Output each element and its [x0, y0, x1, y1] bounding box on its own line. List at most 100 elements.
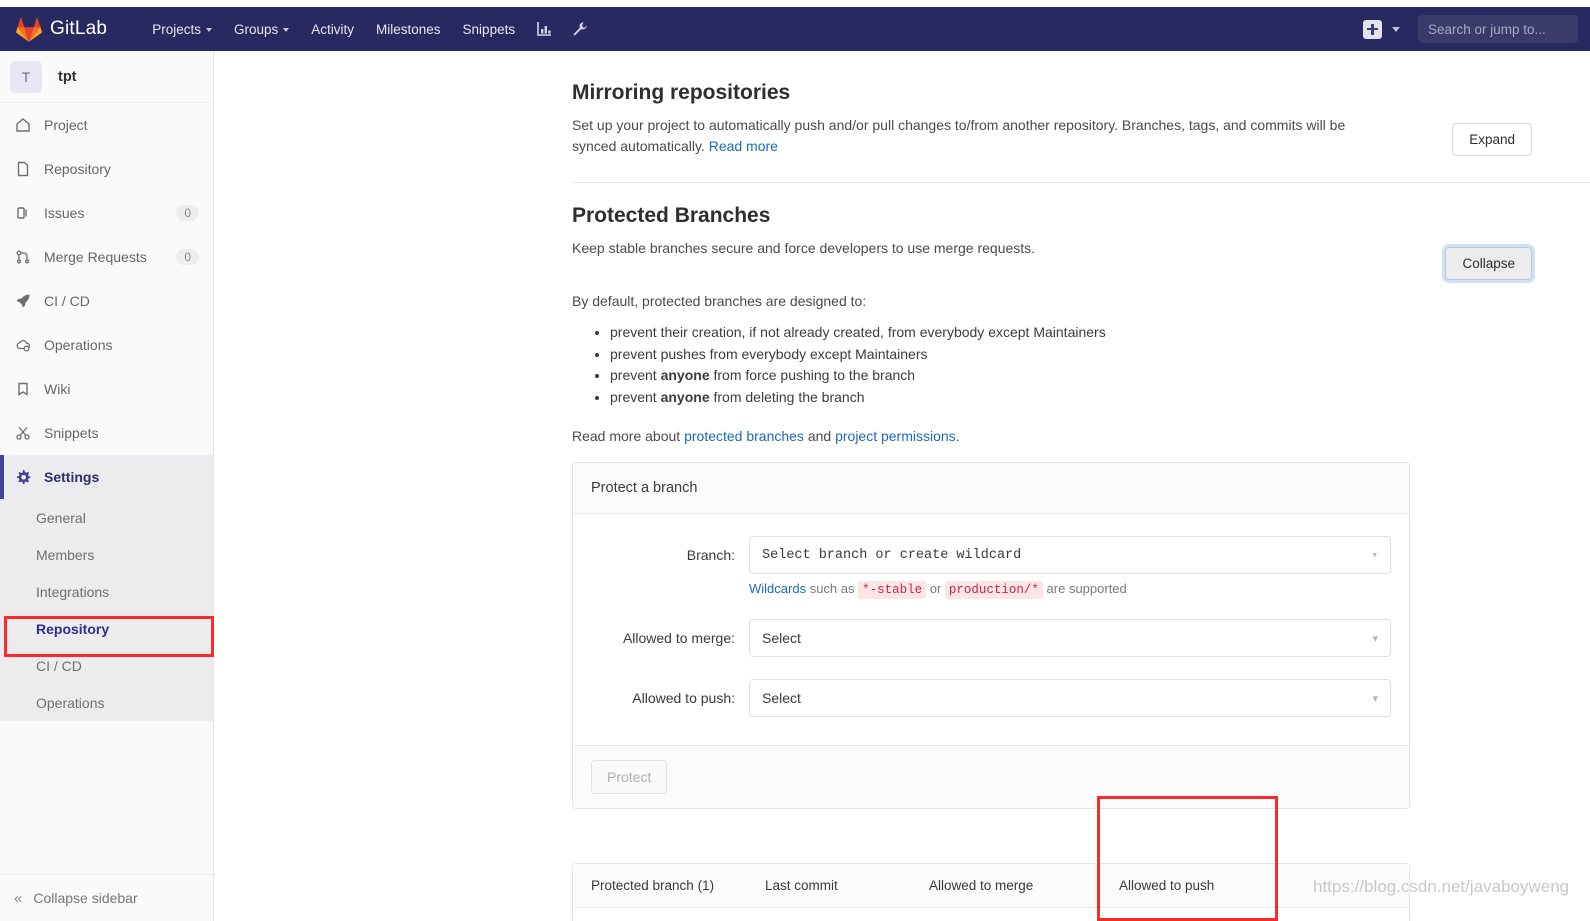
chevron-down-icon — [205, 28, 212, 32]
allowed-to-merge-value: Select — [762, 630, 801, 646]
readmore-post: . — [955, 427, 960, 444]
merge-requests-count-badge: 0 — [176, 249, 199, 265]
sidebar-item-ci-cd-label: CI / CD — [44, 293, 90, 309]
sidebar-item-settings[interactable]: Settings — [0, 455, 213, 499]
issues-count-badge: 0 — [176, 205, 199, 221]
main-nav-links: Projects Groups Activity Milestones Snip… — [141, 15, 598, 43]
protected-branches-info: By default, protected branches are desig… — [572, 291, 1472, 447]
allowed-to-push-row: Allowed to push: Select ▾ — [591, 679, 1391, 717]
chevron-down-icon: ▾ — [1371, 550, 1378, 562]
collapse-sidebar-button[interactable]: « Collapse sidebar — [0, 874, 213, 921]
plus-square-icon[interactable] — [1363, 19, 1382, 39]
sidebar-item-issues-label: Issues — [44, 205, 85, 221]
protect-a-branch-panel: Protect a branch Branch: Select branch o… — [572, 462, 1410, 809]
sidebar-item-wiki-label: Wiki — [44, 381, 71, 397]
settings-subnav-list: General Members Integrations Repository … — [0, 499, 213, 721]
bullet-text-pre: prevent — [610, 367, 661, 383]
gitlab-logo-icon — [16, 17, 42, 42]
nav-item-activity[interactable]: Activity — [300, 16, 365, 43]
column-header-protected-branch: Protected branch (1) — [573, 864, 747, 908]
analytics-chart-icon[interactable] — [526, 15, 562, 43]
chevron-down-icon: ▾ — [1372, 632, 1378, 645]
allowed-to-push-select[interactable]: Select ▾ — [749, 679, 1391, 717]
nav-item-snippets-label: Snippets — [462, 21, 516, 37]
allowed-to-merge-row: Allowed to merge: Select ▾ — [591, 619, 1391, 657]
issues-icon — [14, 204, 32, 222]
sidebar-item-project-label: Project — [44, 117, 88, 133]
project-permissions-link[interactable]: project permissions — [835, 428, 956, 444]
protect-button[interactable]: Protect — [591, 760, 668, 794]
table-header-row: Protected branch (1) Last commit Allowed… — [573, 864, 1409, 908]
sidebar-item-issues[interactable]: Issues 0 — [0, 191, 213, 235]
bullet-text-bold: anyone — [660, 367, 710, 383]
bullet-text-post: from deleting the branch — [709, 388, 865, 405]
cell-branch-name: masterdefault — [573, 908, 747, 921]
column-header-allowed-to-merge: Allowed to merge — [911, 864, 1101, 908]
sidebar-subitem-members[interactable]: Members — [0, 536, 213, 573]
protected-branches-collapse-button[interactable]: Collapse — [1445, 247, 1532, 280]
project-header[interactable]: T tpt — [0, 51, 213, 103]
merge-request-icon — [14, 248, 32, 266]
wildcards-link[interactable]: Wildcards — [749, 581, 806, 596]
sidebar-item-operations[interactable]: Operations — [0, 323, 213, 367]
sidebar-item-wiki[interactable]: Wiki — [0, 367, 213, 411]
main-content: Mirroring repositories Set up your proje… — [214, 51, 1590, 921]
mirroring-title: Mirroring repositories — [572, 81, 791, 104]
project-sidebar: T tpt Project Repository Issues 0 Merge … — [0, 51, 214, 921]
sidebar-subitem-ci-cd[interactable]: CI / CD — [0, 647, 213, 684]
sidebar-item-merge-requests[interactable]: Merge Requests 0 — [0, 235, 213, 279]
branch-field-control: Select branch or create wildcard ▾ Wildc… — [749, 536, 1391, 599]
wildcards-hint: Wildcards such as *-stable or production… — [749, 581, 1391, 599]
nav-item-projects[interactable]: Projects — [141, 16, 223, 43]
chevron-down-icon[interactable] — [1392, 26, 1400, 32]
avatar: T — [10, 60, 42, 93]
search-input[interactable]: Search or jump to... — [1418, 15, 1578, 43]
sidebar-item-ci-cd[interactable]: CI / CD — [0, 279, 213, 323]
sidebar-subitem-general[interactable]: General — [0, 499, 213, 536]
hint-end: are supported — [1042, 581, 1127, 596]
protected-branches-title: Protected Branches — [572, 204, 771, 227]
sidebar-nav-list: Project Repository Issues 0 Merge Reques… — [0, 103, 213, 499]
mirroring-description: Set up your project to automatically pus… — [572, 115, 1382, 157]
protected-branches-section: Protected Branches Keep stable branches … — [572, 204, 1572, 259]
bullet-text-pre: prevent — [610, 388, 661, 405]
branch-select[interactable]: Select branch or create wildcard ▾ — [749, 536, 1391, 574]
wrench-icon[interactable] — [562, 15, 598, 43]
gitlab-brand-label: GitLab — [50, 18, 108, 39]
sidebar-item-repository[interactable]: Repository — [0, 147, 213, 191]
sidebar-subitem-integrations[interactable]: Integrations — [0, 573, 213, 610]
mirroring-expand-button[interactable]: Expand — [1452, 123, 1532, 156]
readmore-pre: Read more about — [572, 427, 685, 444]
mirroring-read-more-link[interactable]: Read more — [709, 138, 778, 154]
gitlab-brand[interactable]: GitLab — [16, 17, 107, 42]
list-item: prevent anyone from force pushing to the… — [610, 365, 1472, 386]
hint-mid-1: such as — [806, 581, 859, 596]
book-icon — [14, 380, 32, 398]
protect-a-branch-panel-title: Protect a branch — [573, 463, 1409, 514]
nav-item-projects-label: Projects — [152, 21, 201, 37]
wildcard-example-production: production/* — [944, 581, 1043, 599]
sidebar-item-snippets[interactable]: Snippets — [0, 411, 213, 455]
document-icon — [14, 160, 32, 178]
new-item-group[interactable] — [1363, 19, 1400, 39]
rocket-icon — [14, 292, 32, 310]
nav-item-milestones-label: Milestones — [376, 21, 441, 37]
nav-item-snippets[interactable]: Snippets — [452, 16, 527, 43]
protected-branches-readmore: Read more about protected branches and p… — [572, 426, 1382, 447]
sidebar-item-project[interactable]: Project — [0, 103, 213, 147]
sidebar-item-settings-label: Settings — [44, 469, 100, 485]
top-navigation-bar: GitLab Projects Groups Activity Mileston… — [0, 7, 1590, 51]
allowed-to-merge-select[interactable]: Select ▾ — [749, 619, 1391, 657]
chevron-double-left-icon: « — [14, 889, 23, 907]
bullet-text-bold: anyone — [660, 388, 710, 405]
mirroring-description-text: Set up your project to automatically pus… — [572, 117, 1346, 154]
sidebar-item-operations-label: Operations — [44, 337, 113, 353]
search-placeholder-text: Search or jump to... — [1428, 21, 1546, 37]
list-item: prevent anyone from deleting the branch — [610, 387, 1472, 408]
sidebar-subitem-repository[interactable]: Repository — [0, 610, 213, 647]
allowed-to-push-label: Allowed to push: — [632, 690, 735, 706]
nav-item-milestones[interactable]: Milestones — [365, 16, 452, 43]
sidebar-subitem-operations[interactable]: Operations — [0, 684, 213, 721]
nav-item-groups[interactable]: Groups — [223, 16, 300, 43]
protected-branches-link[interactable]: protected branches — [684, 428, 804, 444]
